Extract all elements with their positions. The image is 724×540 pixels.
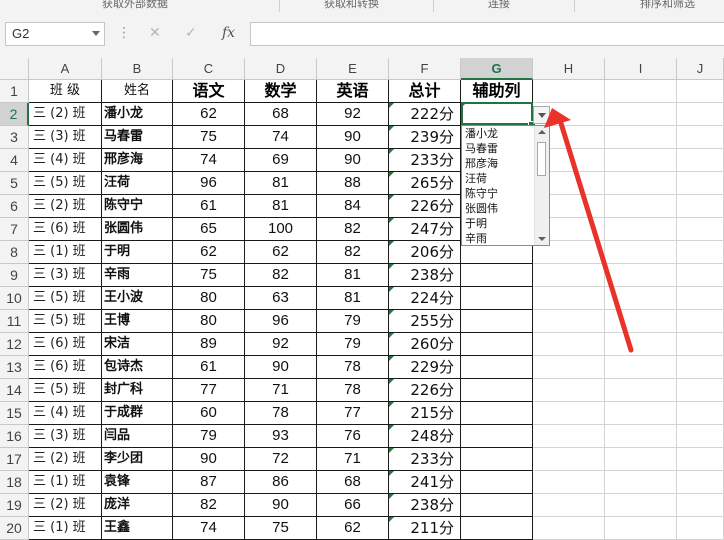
arrow-head bbox=[544, 108, 571, 128]
annotation-arrow bbox=[544, 108, 634, 353]
arrow-shaft bbox=[557, 117, 634, 353]
